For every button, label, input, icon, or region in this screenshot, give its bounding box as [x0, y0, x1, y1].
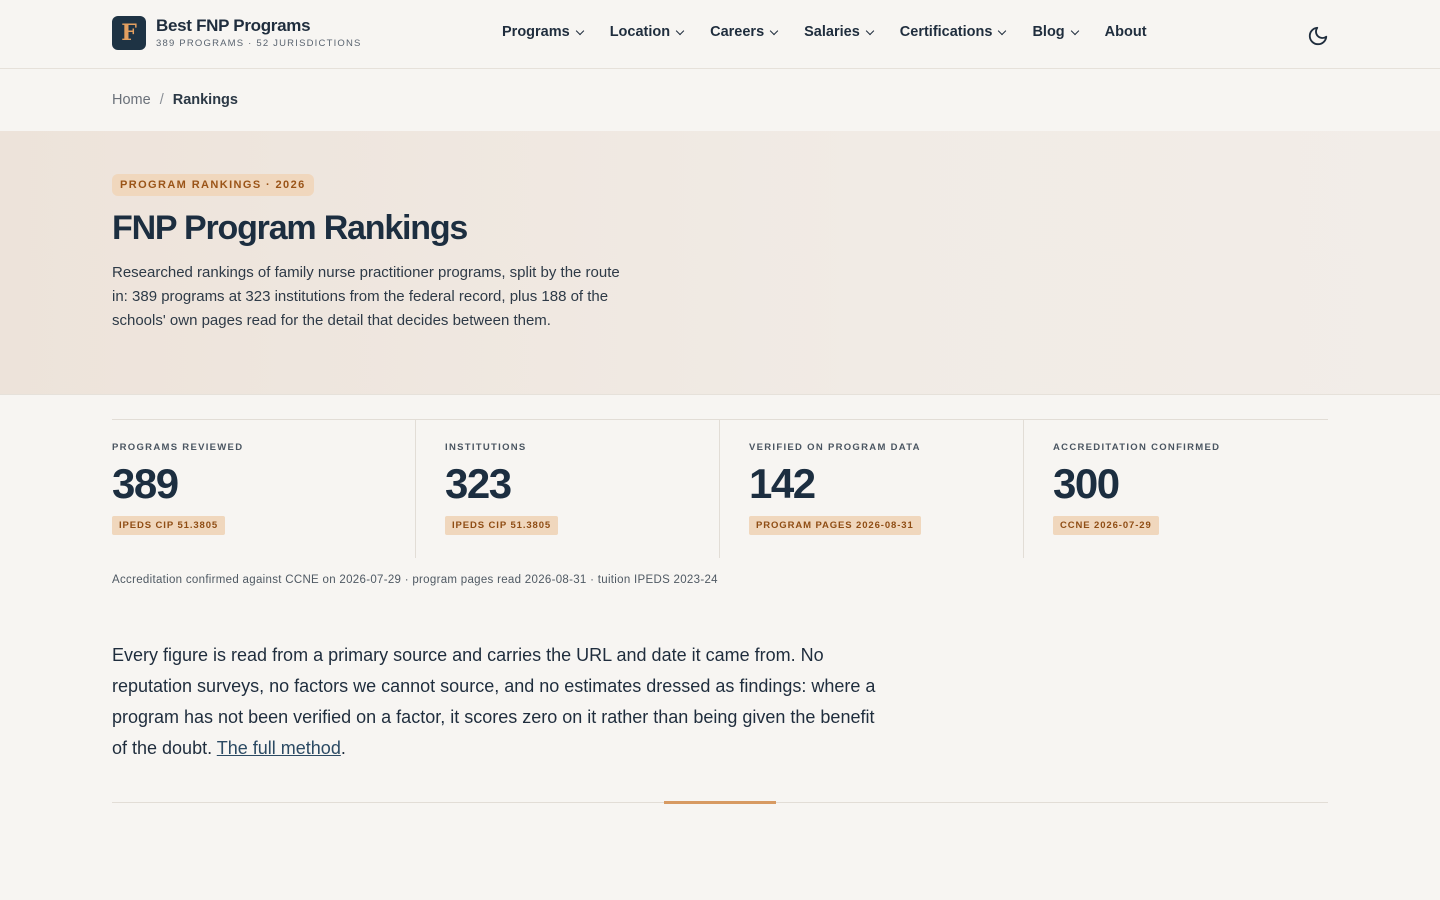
- stat-source-tag: IPEDS CIP 51.3805: [445, 516, 559, 535]
- stat-card: PROGRAMS REVIEWED 389 IPEDS CIP 51.3805: [112, 420, 416, 558]
- nav-label: Certifications: [899, 24, 993, 40]
- brand-logo: F: [112, 16, 146, 50]
- nav-label: Location: [609, 24, 671, 40]
- breadcrumb-current: Rankings: [172, 92, 238, 108]
- brand-text: Best FNP Programs 389 PROGRAMS · 52 JURI…: [156, 16, 362, 50]
- breadcrumb: Home / Rankings: [0, 69, 1440, 131]
- stat-value: 300: [1053, 460, 1120, 507]
- site-header: F Best FNP Programs 389 PROGRAMS · 52 JU…: [0, 0, 1440, 69]
- hero-section: PROGRAM RANKINGS · 2026 FNP Program Rank…: [0, 131, 1440, 395]
- chevron-down-icon: [675, 26, 685, 35]
- nav-item-programs[interactable]: Programs: [502, 24, 584, 40]
- nav-item-certifications[interactable]: Certifications: [899, 24, 1007, 40]
- stat-label: INSTITUTIONS: [445, 442, 527, 453]
- hero-description: Researched rankings of family nurse prac…: [112, 264, 620, 329]
- stat-label: VERIFIED ON PROGRAM DATA: [749, 442, 921, 453]
- moon-icon: [1308, 26, 1328, 46]
- stat-value: 323: [445, 460, 512, 507]
- nav-item-location[interactable]: Location: [609, 24, 685, 40]
- theme-toggle-button[interactable]: [1307, 25, 1329, 47]
- method-paragraph: Every figure is read from a primary sour…: [112, 640, 892, 764]
- nav-item-salaries[interactable]: Salaries: [804, 24, 875, 40]
- chevron-down-icon: [769, 26, 779, 35]
- hero-eyebrow-badge: PROGRAM RANKINGS · 2026: [112, 174, 314, 196]
- nav-item-blog[interactable]: Blog: [1032, 24, 1079, 40]
- chevron-down-icon: [865, 26, 875, 35]
- stat-label: PROGRAMS REVIEWED: [112, 442, 244, 453]
- stat-card: ACCREDITATION CONFIRMED 300 CCNE 2026-07…: [1024, 420, 1328, 558]
- page-title: FNP Program Rankings: [112, 209, 468, 247]
- breadcrumb-separator: /: [159, 92, 164, 108]
- breadcrumb-home[interactable]: Home: [112, 92, 151, 108]
- nav-label: Programs: [502, 24, 570, 40]
- stats-row: PROGRAMS REVIEWED 389 IPEDS CIP 51.3805 …: [112, 419, 1328, 558]
- nav-item-about[interactable]: About: [1105, 24, 1147, 40]
- sources-footnote: Accreditation confirmed against CCNE on …: [112, 574, 718, 586]
- nav-label: Blog: [1032, 24, 1065, 40]
- stat-label: ACCREDITATION CONFIRMED: [1053, 442, 1221, 453]
- stat-card: VERIFIED ON PROGRAM DATA 142 PROGRAM PAG…: [720, 420, 1024, 558]
- main-nav: Programs Location Careers Salaries Certi…: [502, 24, 1174, 40]
- brand-name: Best FNP Programs: [156, 16, 311, 35]
- chevron-down-icon: [1070, 26, 1079, 35]
- nav-label: Salaries: [804, 24, 860, 40]
- stat-source-tag: PROGRAM PAGES 2026-08-31: [749, 516, 921, 535]
- nav-item-careers[interactable]: Careers: [710, 24, 779, 40]
- stat-value: 142: [749, 460, 816, 507]
- brand-subtitle: 389 PROGRAMS · 52 JURISDICTIONS: [156, 38, 362, 49]
- divider-accent: [664, 801, 776, 804]
- method-trailing: .: [340, 738, 346, 758]
- nav-label: About: [1104, 24, 1147, 40]
- stat-source-tag: IPEDS CIP 51.3805: [112, 516, 226, 535]
- chevron-down-icon: [998, 26, 1007, 35]
- stat-card: INSTITUTIONS 323 IPEDS CIP 51.3805: [416, 420, 720, 558]
- stat-source-tag: CCNE 2026-07-29: [1053, 516, 1159, 535]
- nav-label: Careers: [710, 24, 765, 40]
- brand-link[interactable]: F Best FNP Programs 389 PROGRAMS · 52 JU…: [112, 16, 362, 50]
- chevron-down-icon: [575, 26, 584, 35]
- stat-value: 389: [112, 460, 179, 507]
- full-method-link[interactable]: The full method: [217, 738, 341, 758]
